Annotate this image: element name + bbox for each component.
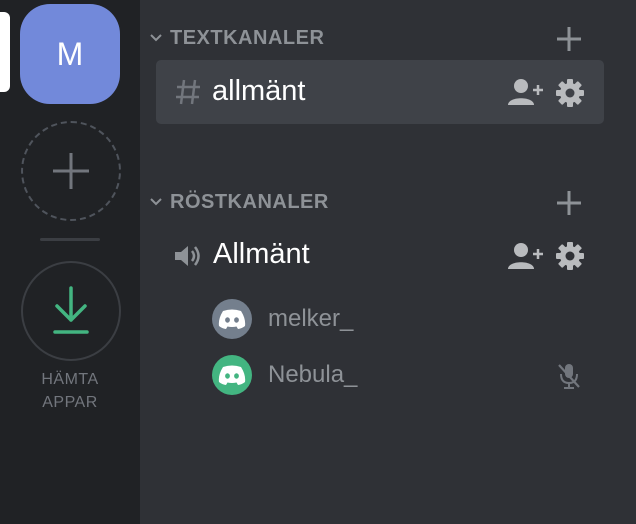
download-label-line1: HÄMTA bbox=[41, 371, 99, 388]
chevron-down-icon bbox=[150, 198, 162, 206]
voice-user-melker[interactable]: melker_ bbox=[200, 296, 604, 342]
invite-user-icon[interactable] bbox=[508, 242, 544, 270]
muted-microphone-icon bbox=[558, 364, 580, 389]
channel-name: allmänt bbox=[212, 75, 306, 107]
server-icon-m[interactable]: M bbox=[20, 4, 120, 104]
active-server-indicator bbox=[0, 12, 10, 92]
gear-icon[interactable] bbox=[556, 242, 584, 270]
chevron-down-icon bbox=[150, 34, 162, 42]
voice-user-name: melker_ bbox=[268, 305, 354, 332]
server-rail: M HÄMTA APPAR bbox=[0, 0, 140, 524]
voice-user-name: Nebula_ bbox=[268, 361, 358, 388]
speaker-icon bbox=[175, 246, 200, 266]
gear-icon[interactable] bbox=[556, 79, 584, 107]
server-separator bbox=[40, 238, 100, 241]
voice-channel-allmant[interactable]: Allmänt bbox=[156, 232, 604, 280]
download-icon bbox=[53, 286, 89, 334]
invite-user-icon[interactable] bbox=[508, 78, 544, 106]
add-server-button[interactable] bbox=[21, 121, 121, 221]
avatar bbox=[212, 299, 252, 339]
server-initial: M bbox=[56, 35, 84, 72]
download-label-line2: APPAR bbox=[42, 394, 98, 411]
discord-logo-icon bbox=[218, 309, 246, 329]
category-label: TEXTKANALER bbox=[170, 26, 325, 49]
hashtag-icon bbox=[176, 79, 200, 105]
download-apps-label: HÄMTA APPAR bbox=[20, 368, 120, 414]
add-channel-plus-icon[interactable] bbox=[556, 26, 582, 52]
voice-user-nebula[interactable]: Nebula_ bbox=[200, 352, 604, 398]
channel-name: Allmänt bbox=[213, 238, 310, 270]
channel-item-allmant[interactable]: allmänt bbox=[156, 60, 604, 124]
avatar bbox=[212, 355, 252, 395]
discord-logo-icon bbox=[218, 365, 246, 385]
category-text-channels[interactable]: TEXTKANALER bbox=[150, 23, 600, 53]
category-voice-channels[interactable]: RÖSTKANALER bbox=[150, 187, 600, 217]
download-apps-button[interactable] bbox=[21, 261, 121, 361]
plus-icon bbox=[53, 153, 89, 189]
add-channel-plus-icon[interactable] bbox=[556, 190, 582, 216]
category-label: RÖSTKANALER bbox=[170, 190, 329, 213]
